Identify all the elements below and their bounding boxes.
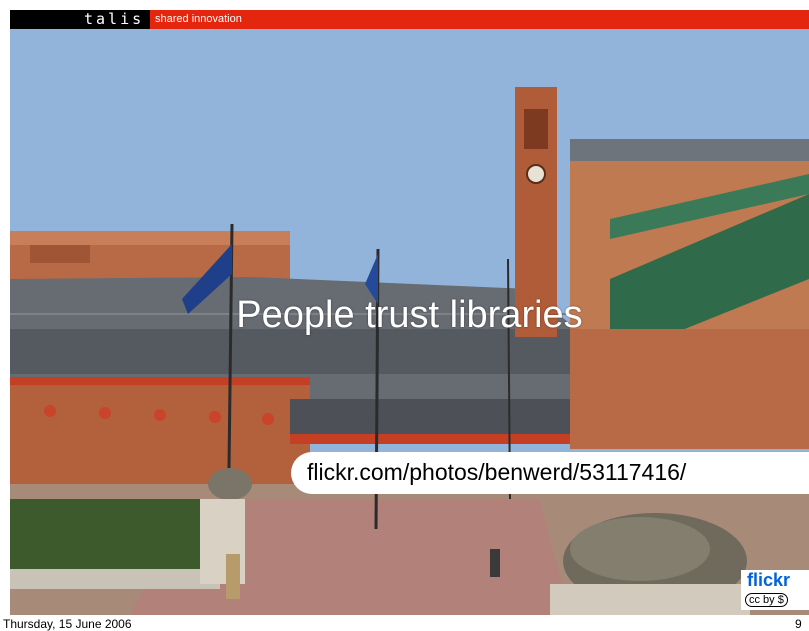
slide: talis shared innovation People trust lib… [10,10,809,615]
slide-title: People trust libraries [236,294,583,336]
photo-credit-text: flickr.com/photos/benwerd/53117416/ [307,459,687,485]
footer-date: Thursday, 15 June 2006 [3,617,132,631]
tagline: shared innovation [155,13,242,25]
header-banner: talis shared innovation [10,10,809,29]
creative-commons-icon: cc by $ [745,593,788,607]
logo-text: talis [84,10,145,28]
photo-credit: flickr.com/photos/benwerd/53117416/ [291,452,809,494]
flickr-logo-icon: flickr [747,570,791,590]
flickr-badge: flickr cc by $ [741,570,809,610]
page-number: 9 [795,617,802,631]
talis-logo: talis [10,10,150,29]
